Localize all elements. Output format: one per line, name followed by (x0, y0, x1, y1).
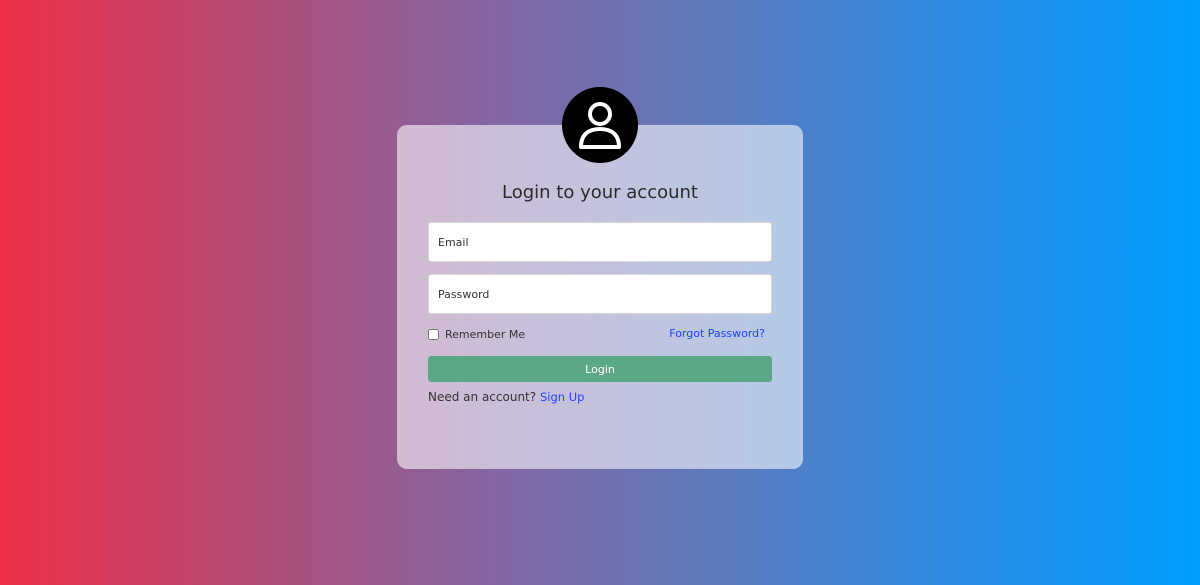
need-account-text: Need an account? (428, 390, 537, 404)
password-input[interactable] (428, 274, 772, 314)
login-page: Login to your account Remember Me Forgot… (0, 0, 1200, 585)
login-button[interactable]: Login (428, 356, 772, 382)
forgot-password-link[interactable]: Forgot Password? (669, 327, 765, 340)
page-title: Login to your account (502, 182, 698, 203)
email-input[interactable] (428, 222, 772, 262)
user-icon (579, 102, 621, 149)
remember-me-label: Remember Me (445, 328, 526, 341)
avatar (562, 87, 638, 163)
login-card: Login to your account Remember Me Forgot… (397, 125, 803, 469)
remember-me-checkbox[interactable] (428, 329, 439, 340)
signup-row: Need an account? Sign Up (428, 390, 584, 404)
sign-up-link[interactable]: Sign Up (540, 390, 584, 404)
remember-me[interactable]: Remember Me (428, 328, 525, 341)
